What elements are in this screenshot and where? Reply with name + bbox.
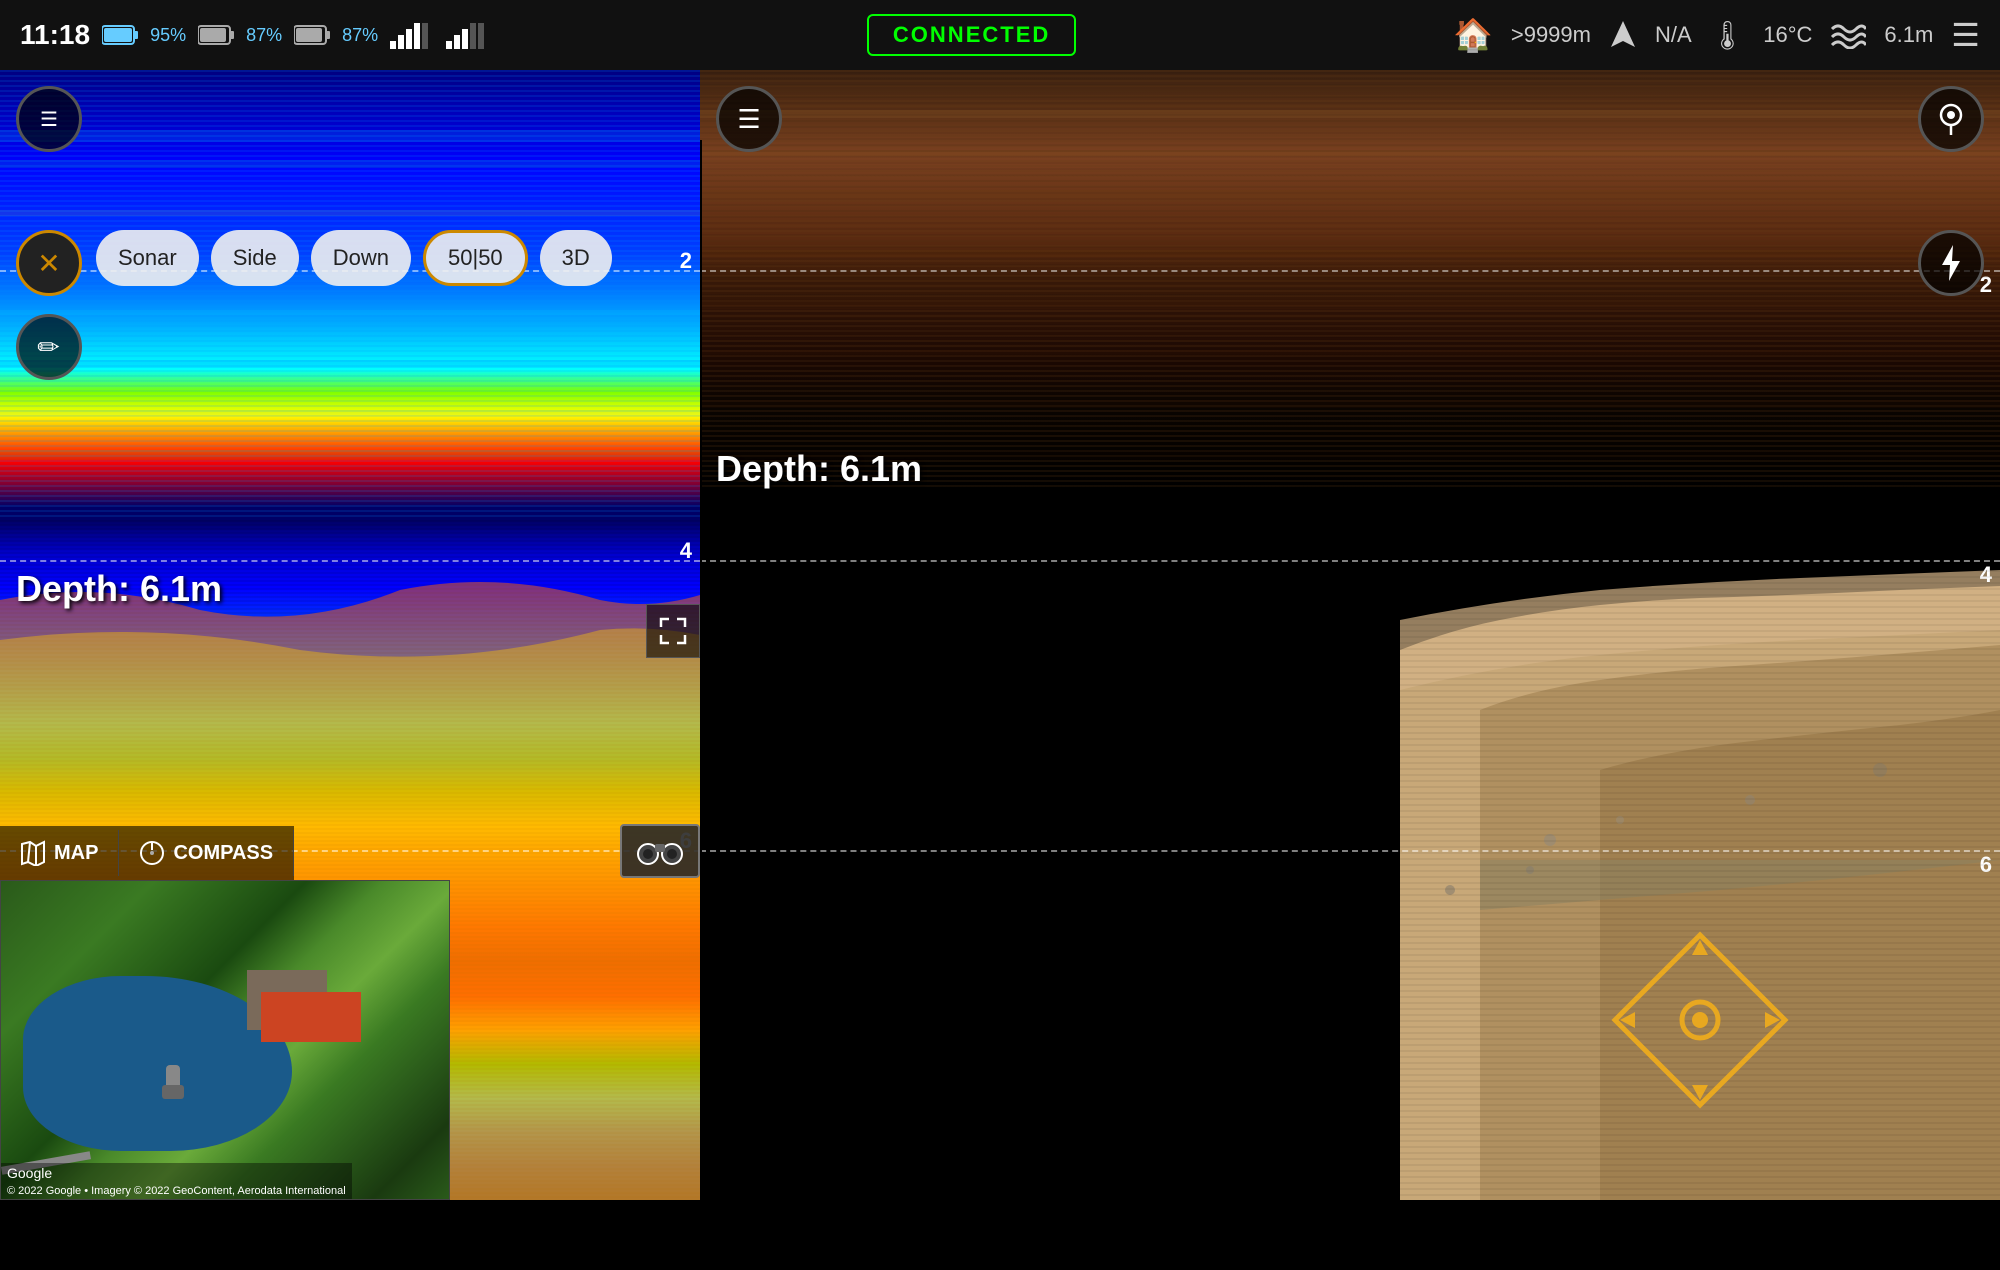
battery1-pct: 95% — [150, 25, 186, 46]
status-left: 11:18 95% 87% 87% — [20, 19, 490, 51]
down-sonar-top — [700, 70, 2000, 490]
menu-button-right[interactable]: ☰ — [716, 86, 782, 152]
status-center: CONNECTED — [867, 14, 1076, 56]
3d-tab[interactable]: 3D — [540, 230, 612, 286]
compass-label: COMPASS — [173, 842, 273, 865]
depth-label-4: 4 — [680, 538, 692, 564]
depth-label-right-2: 2 — [1980, 272, 1992, 298]
depth-line-right-4: 4 — [700, 560, 2000, 562]
depth-label-2: 2 — [680, 248, 692, 274]
signal1-icon — [390, 21, 434, 49]
sonar-visualization-top — [0, 70, 700, 530]
battery1-icon — [102, 24, 138, 46]
boat-marker — [158, 1065, 188, 1105]
down-sonar-bottom — [700, 490, 2000, 1200]
battery2-icon — [198, 24, 234, 46]
waypoint-icon — [1933, 101, 1969, 137]
temperature-value: 16°C — [1763, 22, 1812, 48]
depth-readout-right: Depth: 6.1m — [716, 448, 922, 490]
down-tab[interactable]: Down — [311, 230, 411, 286]
compass-icon — [139, 840, 165, 866]
flash-icon — [1936, 243, 1966, 283]
waves-icon — [1830, 21, 1866, 49]
attribution-text: © 2022 Google • Imagery © 2022 GeoConten… — [7, 1185, 346, 1197]
pencil-icon: ✎ — [30, 328, 67, 365]
status-right: 🏠 >9999m N/A 🌡 16°C 6.1m ☰ — [1453, 16, 1980, 54]
connected-badge: CONNECTED — [867, 14, 1076, 56]
side-tab[interactable]: Side — [211, 230, 299, 286]
sonar-tab[interactable]: Sonar — [96, 230, 199, 286]
hamburger-right-icon: ☰ — [737, 104, 760, 135]
binocular-button[interactable] — [620, 824, 700, 878]
thermometer-icon: 🌡 — [1710, 19, 1746, 52]
flash-button[interactable] — [1918, 230, 1984, 296]
map-icon — [20, 840, 46, 866]
compass-button[interactable]: COMPASS — [119, 830, 294, 876]
depth-label-right-4: 4 — [1980, 562, 1992, 588]
close-button[interactable]: ✕ — [16, 230, 82, 296]
signal2-icon — [446, 21, 490, 49]
hamburger-icon[interactable]: ☰ — [1951, 16, 1980, 54]
depth-line-right-2: 2 — [700, 270, 2000, 272]
panel-divider — [700, 140, 702, 1270]
depth-readout: Depth: 6.1m — [16, 568, 222, 610]
status-time: 11:18 — [20, 19, 90, 51]
hamburger-left-icon: ☰ — [40, 107, 58, 132]
left-sonar-panel: 2 4 6 Depth: 6.1m ☰ ✕ ✎ Sonar Side D — [0, 70, 700, 1200]
expand-icon — [659, 617, 687, 645]
google-attribution: Google © 2022 Google • Imagery © 2022 Ge… — [1, 1163, 352, 1199]
google-text: Google — [7, 1165, 52, 1181]
distance-value: >9999m — [1511, 22, 1591, 48]
right-sonar-bands — [700, 70, 2000, 490]
navigation-icon — [1609, 19, 1637, 51]
menu-button-left[interactable]: ☰ — [16, 86, 82, 152]
right-sonar-panel: 2 4 6 Depth: 6.1m ☰ — [700, 70, 2000, 1200]
fifty-fifty-tab[interactable]: 50|50 — [423, 230, 528, 286]
depth-status-value: 6.1m — [1884, 22, 1933, 48]
expand-map-button[interactable] — [646, 604, 700, 658]
mode-tabs: Sonar Side Down 50|50 3D — [96, 230, 612, 286]
depth-label-right-6: 6 — [1980, 852, 1992, 878]
home-icon: 🏠 — [1453, 16, 1493, 54]
status-bar: 11:18 95% 87% 87% — [0, 0, 2000, 70]
pencil-button[interactable]: ✎ — [16, 314, 82, 380]
waypoint-button[interactable] — [1918, 86, 1984, 152]
depth-line-4: 4 — [0, 560, 700, 562]
battery2-pct: 87% — [246, 25, 282, 46]
map-overlay: Google © 2022 Google • Imagery © 2022 Ge… — [0, 880, 450, 1200]
diamond-nav-icon[interactable] — [1600, 920, 1800, 1120]
terrain-visualization — [700, 490, 2000, 1200]
binocular-icon — [637, 836, 683, 866]
close-icon: ✕ — [37, 247, 60, 280]
map-button[interactable]: MAP — [0, 830, 119, 876]
main-content: 2 4 6 Depth: 6.1m ☰ ✕ ✎ Sonar Side D — [0, 70, 2000, 1200]
nav-crosshair[interactable] — [1600, 920, 1800, 1120]
direction-value: N/A — [1655, 22, 1692, 48]
map-controls-bar: MAP COMPASS — [0, 826, 294, 880]
battery3-icon — [294, 24, 330, 46]
aerial-map — [1, 881, 449, 1199]
battery3-pct: 87% — [342, 25, 378, 46]
depth-line-right-6: 6 — [700, 850, 2000, 852]
building-2 — [261, 992, 361, 1042]
map-label: MAP — [54, 842, 98, 865]
sonar-bands — [0, 70, 700, 530]
